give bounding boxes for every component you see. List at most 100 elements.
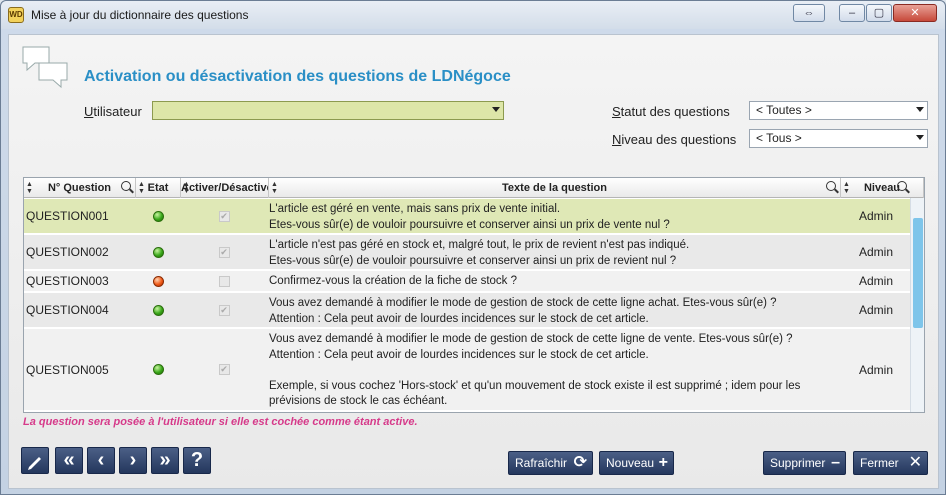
question-level: Admin	[858, 209, 893, 223]
questions-table: ▲ ▼ N° Question ▲ ▼ Etat ▲ ▼ Activer/Désactive…	[23, 177, 925, 413]
table-row[interactable]: QUESTION005 ✔ Vous avez demandé à modifier…	[24, 329, 910, 411]
sort-arrows-icon[interactable]: ▲ ▼	[843, 181, 850, 195]
new-button[interactable]: Nouveau +	[599, 451, 674, 475]
active-checkbox[interactable]: ✔	[218, 210, 230, 222]
question-level: Admin	[858, 245, 893, 259]
close-button[interactable]: Fermer ✕	[853, 451, 928, 475]
sort-arrows-icon[interactable]: ▲ ▼	[26, 181, 33, 195]
search-icon[interactable]	[826, 181, 836, 191]
search-icon[interactable]	[121, 181, 131, 191]
previous-record-button[interactable]: ‹	[87, 447, 115, 474]
app-window: WD Mise à jour du dictionnaire des quest…	[0, 0, 946, 495]
table-row[interactable]: QUESTION001 ✔ L'article est géré en vente,…	[24, 199, 910, 234]
active-toggle-cell: ✔	[181, 293, 267, 327]
search-icon[interactable]	[897, 181, 907, 191]
question-level: Admin	[858, 362, 893, 377]
question-text: Vous avez demandé à modifier le mode de …	[269, 329, 841, 410]
question-text: Confirmez-vous la création de la fiche d…	[269, 271, 841, 291]
question-text-line: Exemple, si vous cochez 'Hors-stock' et …	[269, 379, 801, 392]
red-status-icon	[153, 275, 164, 287]
table-header: ▲ ▼ N° Question ▲ ▼ Etat ▲ ▼ Activer/Désactive…	[24, 178, 924, 198]
resize-arrows-icon[interactable]: ⇔	[793, 4, 825, 22]
level-combo[interactable]: < Tous >	[749, 129, 928, 148]
title-bar: WD Mise à jour du dictionnaire des quest…	[1, 1, 945, 29]
hint-text: La question sera posée à l'utilisateur s…	[23, 416, 418, 428]
question-id: QUESTION004	[26, 303, 109, 317]
active-checkbox[interactable]: ✔	[218, 246, 230, 258]
double-chevron-right-icon: »	[159, 449, 171, 471]
pencil-icon	[28, 457, 41, 470]
question-id: QUESTION005	[26, 362, 109, 377]
chevron-right-icon: ›	[129, 449, 137, 471]
active-checkbox[interactable]: ✔	[218, 304, 230, 316]
close-icon: ✕	[908, 454, 922, 471]
status-combo[interactable]: < Toutes >	[749, 101, 928, 120]
column-header-number[interactable]: ▲ ▼ N° Question	[24, 178, 136, 198]
question-text-line: L'article n'est pas géré en stock et, ma…	[269, 239, 690, 251]
refresh-icon: ⟳	[573, 454, 587, 471]
sort-arrows-icon[interactable]: ▲ ▼	[138, 181, 145, 195]
question-text-line: Attention : Cela peut avoir de lourdes i…	[269, 348, 649, 361]
window-title: Mise à jour du dictionnaire des question…	[31, 8, 249, 22]
user-label: Utilisateur	[84, 104, 142, 119]
close-window-button[interactable]: ✕	[893, 4, 937, 22]
sort-arrows-icon[interactable]: ▲ ▼	[271, 181, 278, 195]
first-record-button[interactable]: «	[55, 447, 83, 474]
next-record-button[interactable]: ›	[119, 447, 147, 474]
question-text-line: Attention : Cela peut avoir de lourdes i…	[269, 312, 649, 325]
minimize-button[interactable]: –	[839, 4, 865, 22]
dropdown-arrow-icon[interactable]	[916, 107, 924, 112]
vertical-scrollbar[interactable]	[910, 198, 924, 412]
state-cell	[136, 329, 181, 410]
green-status-icon	[153, 364, 164, 375]
level-label: Niveau des questions	[612, 132, 737, 147]
state-cell	[136, 199, 181, 233]
page-title: Activation ou désactivation des question…	[84, 68, 511, 85]
question-id: QUESTION002	[26, 245, 109, 259]
status-label: Statut des questions	[612, 104, 730, 119]
question-text: L'article est géré en vente, mais sans p…	[269, 199, 841, 233]
table-row[interactable]: QUESTION003 Confirmez-vous la création de…	[24, 271, 910, 292]
question-text-line: Etes-vous sûr(e) de vouloir poursuivre e…	[269, 254, 677, 267]
green-status-icon	[153, 210, 164, 222]
active-checkbox[interactable]	[218, 275, 230, 287]
scrollbar-thumb[interactable]	[913, 218, 923, 328]
question-id: QUESTION003	[26, 274, 109, 288]
table-row[interactable]: QUESTION004 ✔ Vous avez demandé à modifier…	[24, 293, 910, 328]
active-toggle-cell: ✔	[181, 199, 267, 233]
question-level: Admin	[858, 303, 893, 317]
question-text-line	[269, 363, 841, 379]
question-text-line: Confirmez-vous la création de la fiche d…	[269, 275, 518, 287]
question-text: Vous avez demandé à modifier le mode de …	[269, 293, 841, 327]
dropdown-arrow-icon[interactable]	[916, 135, 924, 140]
delete-button[interactable]: Supprimer –	[763, 451, 846, 475]
question-text-line: Etes-vous sûr(e) de vouloir poursuivre e…	[269, 218, 670, 231]
table-row[interactable]: QUESTION002 ✔ L'article n'est pas géré en …	[24, 235, 910, 270]
question-text: L'article n'est pas géré en stock et, ma…	[269, 235, 841, 269]
question-level: Admin	[858, 274, 893, 288]
dropdown-arrow-icon[interactable]	[492, 107, 500, 112]
speech-bubbles-icon	[22, 46, 68, 89]
question-text-line: Vous avez demandé à modifier le mode de …	[269, 333, 793, 345]
question-text-line: Vous avez demandé à modifier le mode de …	[269, 297, 777, 309]
maximize-button[interactable]: ▢	[866, 4, 892, 22]
active-toggle-cell: ✔	[181, 235, 267, 269]
column-header-level[interactable]: ▲ ▼ Niveau	[841, 178, 924, 198]
column-header-state[interactable]: ▲ ▼ Etat	[136, 178, 181, 198]
state-cell	[136, 271, 181, 291]
sort-arrows-icon[interactable]: ▲ ▼	[183, 181, 190, 195]
user-combo[interactable]	[152, 101, 504, 120]
refresh-button[interactable]: Rafraîchir ⟳	[508, 451, 593, 475]
column-header-text[interactable]: ▲ ▼ Texte de la question	[269, 178, 841, 198]
app-icon: WD	[8, 7, 24, 23]
edit-button[interactable]	[21, 447, 49, 474]
state-cell	[136, 235, 181, 269]
chevron-left-icon: ‹	[97, 449, 105, 471]
active-toggle-cell	[181, 271, 267, 291]
active-checkbox[interactable]: ✔	[218, 364, 230, 375]
help-button[interactable]: ?	[183, 447, 211, 474]
last-record-button[interactable]: »	[151, 447, 179, 474]
form-body: Activation ou désactivation des question…	[8, 34, 939, 489]
column-header-toggle[interactable]: ▲ ▼ Activer/Désactiver	[181, 178, 269, 198]
double-chevron-left-icon: «	[63, 449, 75, 471]
